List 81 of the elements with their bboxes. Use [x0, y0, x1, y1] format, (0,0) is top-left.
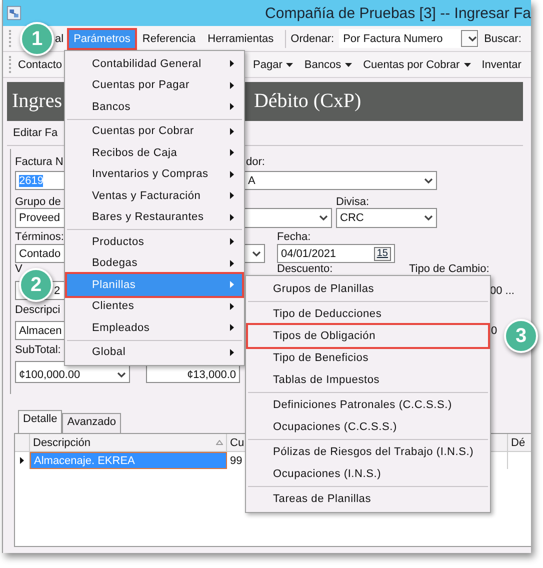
search-label: Buscar: [484, 32, 522, 44]
chevron-icon [424, 215, 433, 221]
menu-item[interactable]: Grupos de Planillas [248, 278, 488, 300]
sort-arrow-icon [216, 440, 223, 445]
column-header[interactable]: Dé [508, 434, 531, 451]
toolbar-button[interactable]: Bancos [300, 56, 356, 72]
menu-item[interactable]: Empleados [67, 317, 242, 338]
menu-item[interactable]: al [52, 30, 67, 48]
menu-item[interactable]: Bodegas [67, 252, 242, 274]
chevron-icon [319, 215, 328, 221]
step-badge: 3 [504, 319, 538, 353]
menu-item[interactable]: Herramientas [202, 30, 279, 48]
page-title: Ingres [12, 90, 62, 113]
arrow-right-icon [230, 149, 234, 156]
field-label: Descripci [15, 304, 60, 318]
menu-item[interactable]: Inventarios y Compras [67, 164, 242, 185]
menu-item[interactable]: Ocupaciones (C.C.S.S.) [248, 416, 488, 438]
menu-item[interactable]: Tareas de Planillas [248, 488, 488, 510]
table-cell: Almacenaje. EKREA [30, 452, 227, 469]
menu-item[interactable]: Tipo de Deducciones [248, 303, 488, 325]
field-label: Factura N [15, 156, 64, 170]
column-header[interactable]: Descripción [30, 434, 227, 451]
menu-item[interactable]: Clientes [67, 296, 242, 317]
menu-item[interactable]: Recibos de Caja [67, 142, 242, 164]
menu-item[interactable]: Productos [67, 231, 242, 252]
field-label: Divisa: [336, 196, 370, 208]
caret-icon [345, 62, 352, 66]
menu-item[interactable]: Bares y Restaurantes [67, 206, 242, 228]
dropdown-field[interactable]: CRC [336, 208, 437, 228]
amount-text: 0 [491, 324, 498, 336]
section-label: Editar Fa [13, 127, 58, 139]
field-label: SubTotal: [15, 344, 61, 358]
calendar-button[interactable]: 15 [374, 246, 391, 260]
toolbar-button[interactable]: Contacto [14, 56, 66, 72]
field-label: Tipo de Cambio: [409, 263, 490, 275]
app-icon [7, 5, 22, 21]
toolbar-button[interactable]: Cuentas por Cobrar [359, 56, 475, 72]
arrow-right-icon [230, 324, 234, 332]
menu-item[interactable]: Ventas y Facturación [67, 185, 242, 206]
arrow-right-icon [230, 170, 234, 178]
arrow-right-icon [230, 128, 234, 135]
sort-label: Ordenar: [290, 32, 334, 44]
menu-item[interactable]: Cuentas por Pagar [67, 74, 242, 96]
menu-item[interactable]: Cuentas por Cobrar [67, 120, 242, 142]
sort-dropdown[interactable]: Por Factura Numero [339, 29, 480, 48]
arrow-right-icon [230, 238, 234, 246]
chevron-icon [424, 178, 433, 184]
date-field[interactable]: 04/01/2021 15 [277, 244, 395, 263]
field-label: dor: [246, 156, 265, 170]
toolbar-button[interactable]: Pagar [249, 56, 298, 72]
menu-item[interactable]: Tipos de Obligación [248, 325, 488, 347]
menu-item[interactable]: Tablas de Impuestos [248, 369, 488, 391]
arrow-right-icon [230, 60, 234, 68]
menu-item[interactable]: Contabilidad General [67, 53, 242, 74]
menu-item[interactable]: Tipo de Beneficios [248, 347, 488, 369]
window-title: Compañía de Pruebas [3] -- Ingresar Fa [265, 4, 531, 22]
arrow-right-icon [230, 260, 234, 267]
arrow-right-icon [230, 348, 234, 356]
tab[interactable]: Detalle [18, 410, 62, 433]
chevron-icon [468, 36, 478, 42]
arrow-right-icon [230, 103, 234, 110]
arrow-right-icon [230, 281, 234, 288]
menu-item[interactable]: Global [67, 342, 242, 363]
arrow-right-icon [230, 214, 234, 221]
menu-item[interactable]: Definiciones Patronales (C.C.S.S.) [248, 394, 488, 416]
arrow-right-icon [230, 302, 234, 310]
caret-icon [464, 62, 471, 66]
arrow-right-icon [230, 192, 234, 200]
toolbar-button[interactable]: Inventar [478, 56, 526, 72]
caret-icon [286, 62, 294, 66]
field-label: Términos: [15, 231, 64, 244]
menu-item[interactable]: Bancos [67, 96, 242, 118]
field-label: Fecha: [277, 231, 311, 244]
chevron-icon [117, 372, 126, 378]
tab[interactable]: Avanzado [62, 413, 121, 433]
chevron-icon [252, 250, 261, 256]
field-label: Descuento: [277, 263, 333, 275]
arrow-right-icon [230, 82, 234, 89]
field-label: Grupo de [15, 196, 61, 208]
menu-item[interactable]: Referencia [137, 30, 201, 48]
page-title: Débito (CxP) [254, 90, 362, 113]
